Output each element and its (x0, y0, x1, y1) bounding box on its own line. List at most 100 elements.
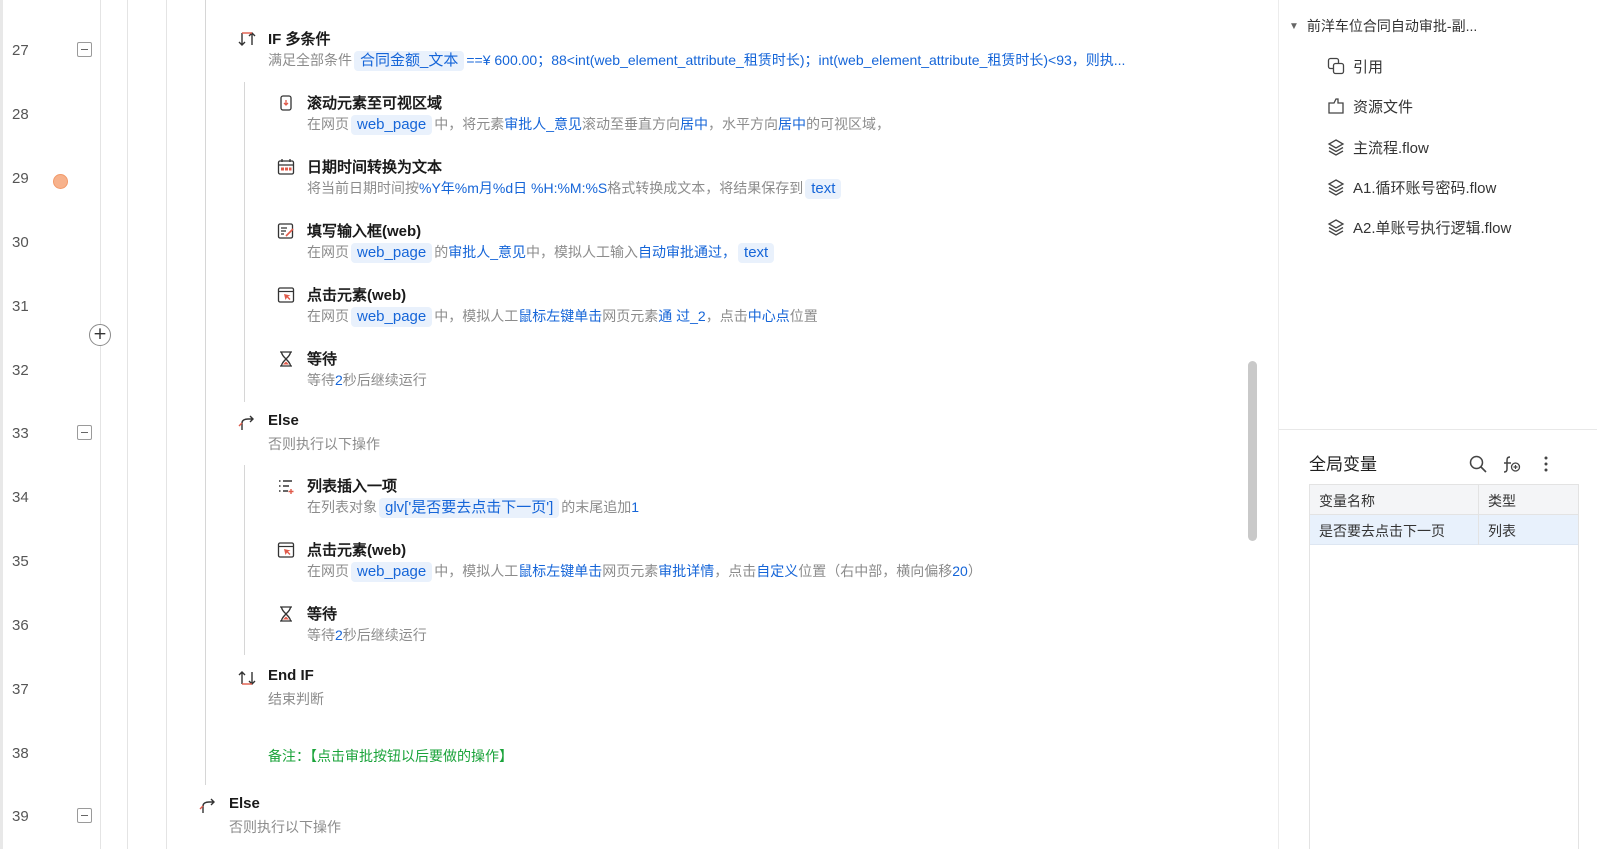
desc-text: 位置（右中部，横向偏移 (798, 563, 953, 579)
param-value: 20 (952, 563, 968, 579)
side-panel: ▼ 前洋车位合同自动审批-副... 引用 资源文件 主流程.flow A1.循环… (1278, 0, 1597, 849)
collapse-toggle[interactable] (77, 42, 92, 57)
desc-text: 在网页 (307, 116, 349, 132)
desc-text: 等待 (307, 372, 335, 388)
variable-tag[interactable]: web_page (351, 243, 433, 263)
line-number: 36 (12, 617, 29, 634)
desc-text: 中，模拟人工 (434, 563, 519, 579)
step-description: 否则执行以下操作 (229, 819, 341, 835)
else-branch-icon (199, 798, 215, 813)
if-branch-icon (238, 32, 256, 46)
indent-guide (166, 0, 167, 849)
step-description: 等待2秒后继续运行 (307, 625, 427, 645)
hourglass-icon (280, 606, 292, 622)
desc-text: 在网页 (307, 244, 349, 260)
tree-item-label: A2.单账号执行逻辑.flow (1353, 220, 1512, 237)
collapse-toggle[interactable] (77, 808, 92, 823)
param-value: 1 (631, 499, 640, 515)
desc-text: 在网页 (307, 308, 349, 324)
step-title: 等待 (307, 606, 338, 623)
list-icon (279, 480, 294, 494)
table-row[interactable]: 是否要去点击下一页 列表 (1310, 515, 1578, 545)
line-number: 31 (12, 298, 29, 315)
element-link[interactable]: 审批人_意见 (504, 116, 582, 132)
line-number: 27 (12, 42, 29, 59)
element-link[interactable]: 审批人_意见 (448, 244, 526, 260)
variable-tag[interactable]: 合同金额_文本 (354, 51, 465, 71)
desc-text: 中，模拟人工输入 (526, 244, 639, 260)
line-number: 38 (12, 745, 29, 762)
vertical-scrollbar[interactable] (1248, 361, 1257, 541)
step-title: 点击元素(web) (307, 287, 407, 304)
variable-tag[interactable]: text (738, 243, 775, 263)
tree-item-label: 主流程.flow (1353, 140, 1429, 157)
breakpoint-marker[interactable] (53, 174, 68, 189)
column-divider (1478, 485, 1479, 545)
scroll-icon (280, 95, 292, 111)
tree-item-label: 引用 (1353, 59, 1384, 76)
line-number: 30 (12, 234, 29, 251)
step-description: 满足全部条件 合同金额_文本 ==¥ 600.00；88<int(web_eleme… (268, 50, 1125, 71)
collapse-toggle[interactable] (77, 425, 92, 440)
desc-text: 的 (434, 244, 449, 260)
desc-text: 中，将元素 (434, 116, 505, 132)
copy-icon (1327, 57, 1345, 75)
variable-tag[interactable]: text (805, 179, 842, 199)
param-value: 自定义 (756, 563, 799, 579)
desc-text: 中，模拟人工 (434, 308, 519, 324)
if-branch-guide (244, 82, 245, 402)
indent-guide (127, 0, 128, 849)
step-title: Else (229, 795, 260, 812)
variable-tag[interactable]: web_page (351, 115, 433, 135)
indent-guide (205, 0, 206, 785)
line-number: 28 (12, 106, 29, 123)
project-title: 前洋车位合同自动审批-副... (1306, 18, 1478, 34)
else-branch-guide (244, 465, 245, 655)
desc-text: ，点击 (705, 308, 748, 324)
param-value: %Y年%m月%d日 %H:%M:%S (419, 180, 608, 196)
line-number: 29 (12, 170, 29, 187)
layers-icon (1327, 139, 1345, 156)
step-title: Else (268, 412, 299, 429)
step-note[interactable]: 备注：【点击审批按钮以后要做的操作】 (268, 746, 513, 766)
line-number: 35 (12, 553, 29, 570)
element-link[interactable]: 通 过_2 (658, 308, 705, 324)
left-edge (0, 0, 3, 849)
desc-text: 将当前日期时间按 (307, 180, 419, 196)
step-description: 等待2秒后继续运行 (307, 370, 427, 390)
project-tree-header[interactable]: ▼ 前洋车位合同自动审批-副... (1289, 16, 1477, 36)
step-description: 在网页 web_page 中，模拟人工鼠标左键单击网页元素审批详情，点击自定义位置（… (307, 561, 982, 582)
step-description: 结束判断 (268, 691, 324, 707)
global-variables-title: 全局变量 (1309, 455, 1377, 474)
more-options-icon[interactable] (1536, 454, 1556, 474)
add-step-button[interactable]: + (89, 324, 111, 346)
param-value: 自动审批通过， (638, 244, 737, 260)
param-value: 2 (335, 372, 343, 388)
line-number: 32 (12, 362, 29, 379)
step-title: End IF (268, 667, 314, 684)
add-variable-icon[interactable] (1501, 454, 1521, 474)
caret-down-icon: ▼ (1289, 21, 1299, 32)
gutter-divider (100, 0, 101, 849)
condition-text: ==¥ 600.00；88<int(web_element_attribute_… (466, 52, 1126, 68)
search-icon[interactable] (1468, 454, 1488, 474)
line-number: 39 (12, 808, 29, 825)
element-link[interactable]: 审批详情 (658, 563, 714, 579)
column-header-name: 变量名称 (1319, 493, 1375, 509)
variable-tag[interactable]: glv['是否要去点击下一页'] (379, 498, 560, 518)
tree-item-label: A1.循环账号密码.flow (1353, 180, 1497, 197)
step-description: 在网页 web_page 中，将元素审批人_意见滚动至垂直方向居中，水平方向居中的可… (307, 114, 890, 135)
param-value: 居中 (778, 116, 807, 132)
tree-item-label: 资源文件 (1353, 99, 1414, 116)
app-window: 27 28 29 30 31 32 33 34 35 36 37 38 39 +… (0, 0, 1597, 849)
variable-tag[interactable]: web_page (351, 562, 433, 582)
variable-tag[interactable]: web_page (351, 307, 433, 327)
layers-icon (1327, 219, 1345, 236)
variable-type: 列表 (1488, 523, 1516, 539)
line-number: 33 (12, 425, 29, 442)
step-title: 列表插入一项 (307, 478, 398, 495)
desc-text: 网页元素 (602, 308, 659, 324)
input-edit-icon (277, 223, 294, 239)
param-value: 中心点 (747, 308, 790, 324)
end-if-icon (238, 671, 256, 685)
